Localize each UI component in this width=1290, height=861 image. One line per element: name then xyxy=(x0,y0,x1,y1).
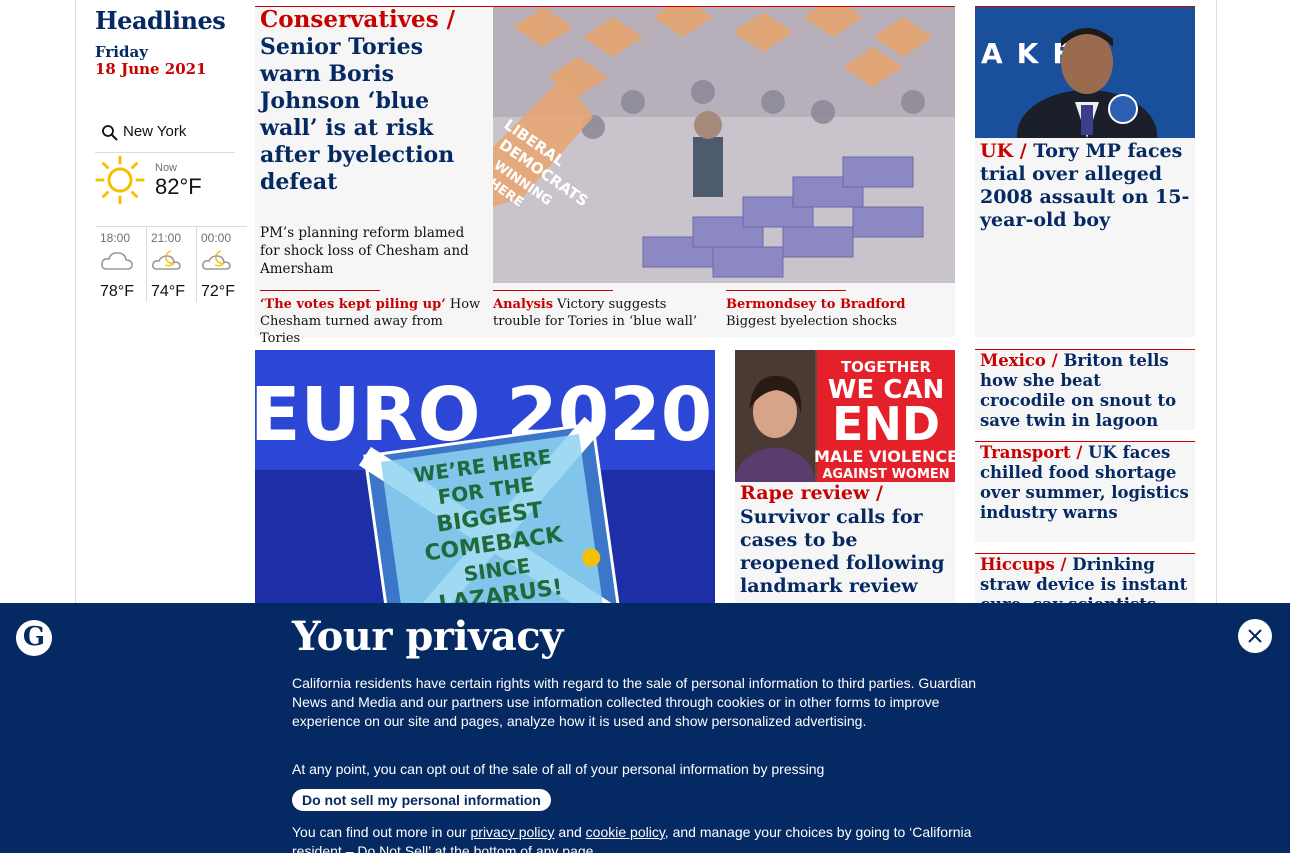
privacy-title: Your privacy xyxy=(292,613,563,660)
cloud-icon xyxy=(101,252,133,270)
sign-text: END xyxy=(832,397,940,451)
sun-icon xyxy=(95,155,145,205)
sub-rule xyxy=(260,290,380,291)
weather-location: New York xyxy=(123,123,187,140)
cloud-moon-icon xyxy=(202,250,231,270)
cookie-policy-link[interactable]: cookie policy xyxy=(586,824,665,840)
sub-kicker: Bermondsey to Bradford xyxy=(726,297,906,312)
sub-text: Biggest byelection shocks xyxy=(726,314,897,329)
weather-now-temp: 82°F xyxy=(155,174,202,199)
sub-rule xyxy=(726,290,846,291)
section-title: Headlines xyxy=(95,6,226,35)
lead-kicker[interactable]: Conservatives / xyxy=(260,6,455,33)
privacy-banner: G Your privacy California residents have… xyxy=(0,603,1290,859)
search-icon xyxy=(102,125,118,141)
sub-kicker: ‘The votes kept piling up’ xyxy=(260,297,446,312)
privacy-text: California residents have certain rights… xyxy=(292,675,977,729)
privacy-and: and xyxy=(554,824,586,840)
cloud-moon-icon xyxy=(152,250,181,270)
story-kicker: Mexico / xyxy=(980,351,1058,370)
story-kicker[interactable]: Rape review / xyxy=(740,482,883,504)
story-rule xyxy=(975,349,1195,350)
forecast-temp: 72°F xyxy=(201,283,235,300)
close-icon xyxy=(1248,629,1262,643)
forecast-time: 18:00 xyxy=(100,231,131,245)
forecast-time: 21:00 xyxy=(151,231,182,245)
lead-headline[interactable]: Senior Tories warn Boris Johnson ‘blue w… xyxy=(260,34,485,196)
lead-standfirst: PM’s planning reform blamed for shock lo… xyxy=(260,225,469,277)
sub-link[interactable]: Analysis Victory suggests trouble for To… xyxy=(493,296,718,330)
euro-photo-graphic: EURO 2020 WE’RE HERE FOR THE BIGGEST COM… xyxy=(255,350,715,610)
story-kicker: Transport / xyxy=(980,443,1083,462)
date-full: 18 June 2021 xyxy=(95,60,207,78)
story-headline[interactable]: UK / Tory MP faces trial over alleged 20… xyxy=(980,140,1190,232)
sign-text: MALE VIOLENCE xyxy=(814,447,955,466)
date-day: Friday xyxy=(95,43,148,61)
story-headline[interactable]: Mexico / Briton tells how she beat croco… xyxy=(980,351,1190,431)
privacy-opt-out-text: At any point, you can opt out of the sal… xyxy=(292,761,825,777)
story-kicker: UK / xyxy=(980,140,1027,162)
story-headline[interactable]: Survivor calls for cases to be reopened … xyxy=(740,506,950,598)
privacy-policy-link[interactable]: privacy policy xyxy=(471,824,555,840)
forecast-slot: 18:00 78°F xyxy=(96,226,146,307)
sub-link[interactable]: ‘The votes kept piling up’ How Chesham t… xyxy=(260,296,485,347)
story-rule xyxy=(975,441,1195,442)
privacy-more-text: You can find out more in our privacy pol… xyxy=(292,823,1002,861)
sign-text: AGAINST WOMEN xyxy=(822,467,949,482)
guardian-logo: G xyxy=(16,620,52,656)
forecast-temp: 78°F xyxy=(100,283,134,300)
sign-text: TOGETHER xyxy=(841,358,932,376)
weather-now-label: Now xyxy=(155,162,178,174)
story-kicker: Hiccups / xyxy=(980,555,1067,574)
forecast-slot: 21:00 74°F xyxy=(147,226,197,307)
lead-photo[interactable]: LIBERAL DEMOCRATS WINNING HERE xyxy=(493,7,955,283)
do-not-sell-button[interactable]: Do not sell my personal information xyxy=(292,789,551,811)
lead-photo-graphic: LIBERAL DEMOCRATS WINNING HERE xyxy=(493,7,955,283)
logo-glyph: G xyxy=(22,622,46,652)
sub-kicker: Analysis xyxy=(493,297,554,312)
story-headline[interactable]: Transport / UK faces chilled food shorta… xyxy=(980,443,1190,523)
forecast-temp: 74°F xyxy=(151,283,185,300)
weather-location-search[interactable]: New York xyxy=(95,118,235,153)
mp-photo[interactable]: AKFI xyxy=(975,7,1195,138)
story-rule xyxy=(975,553,1195,554)
sub-link[interactable]: Bermondsey to Bradford Biggest byelectio… xyxy=(726,296,951,330)
mp-photo-graphic: AKFI xyxy=(975,7,1195,138)
sub-rule xyxy=(493,290,613,291)
forecast-slot: 00:00 72°F xyxy=(197,226,247,307)
protest-photo[interactable]: TOGETHER WE CAN END MALE VIOLENCE AGAINS… xyxy=(735,350,955,482)
forecast-time: 00:00 xyxy=(201,231,232,245)
privacy-more-start: You can find out more in our xyxy=(292,824,471,840)
protest-photo-graphic: TOGETHER WE CAN END MALE VIOLENCE AGAINS… xyxy=(735,350,955,482)
close-button[interactable] xyxy=(1238,619,1272,653)
euro-photo[interactable]: EURO 2020 WE’RE HERE FOR THE BIGGEST COM… xyxy=(255,350,715,610)
